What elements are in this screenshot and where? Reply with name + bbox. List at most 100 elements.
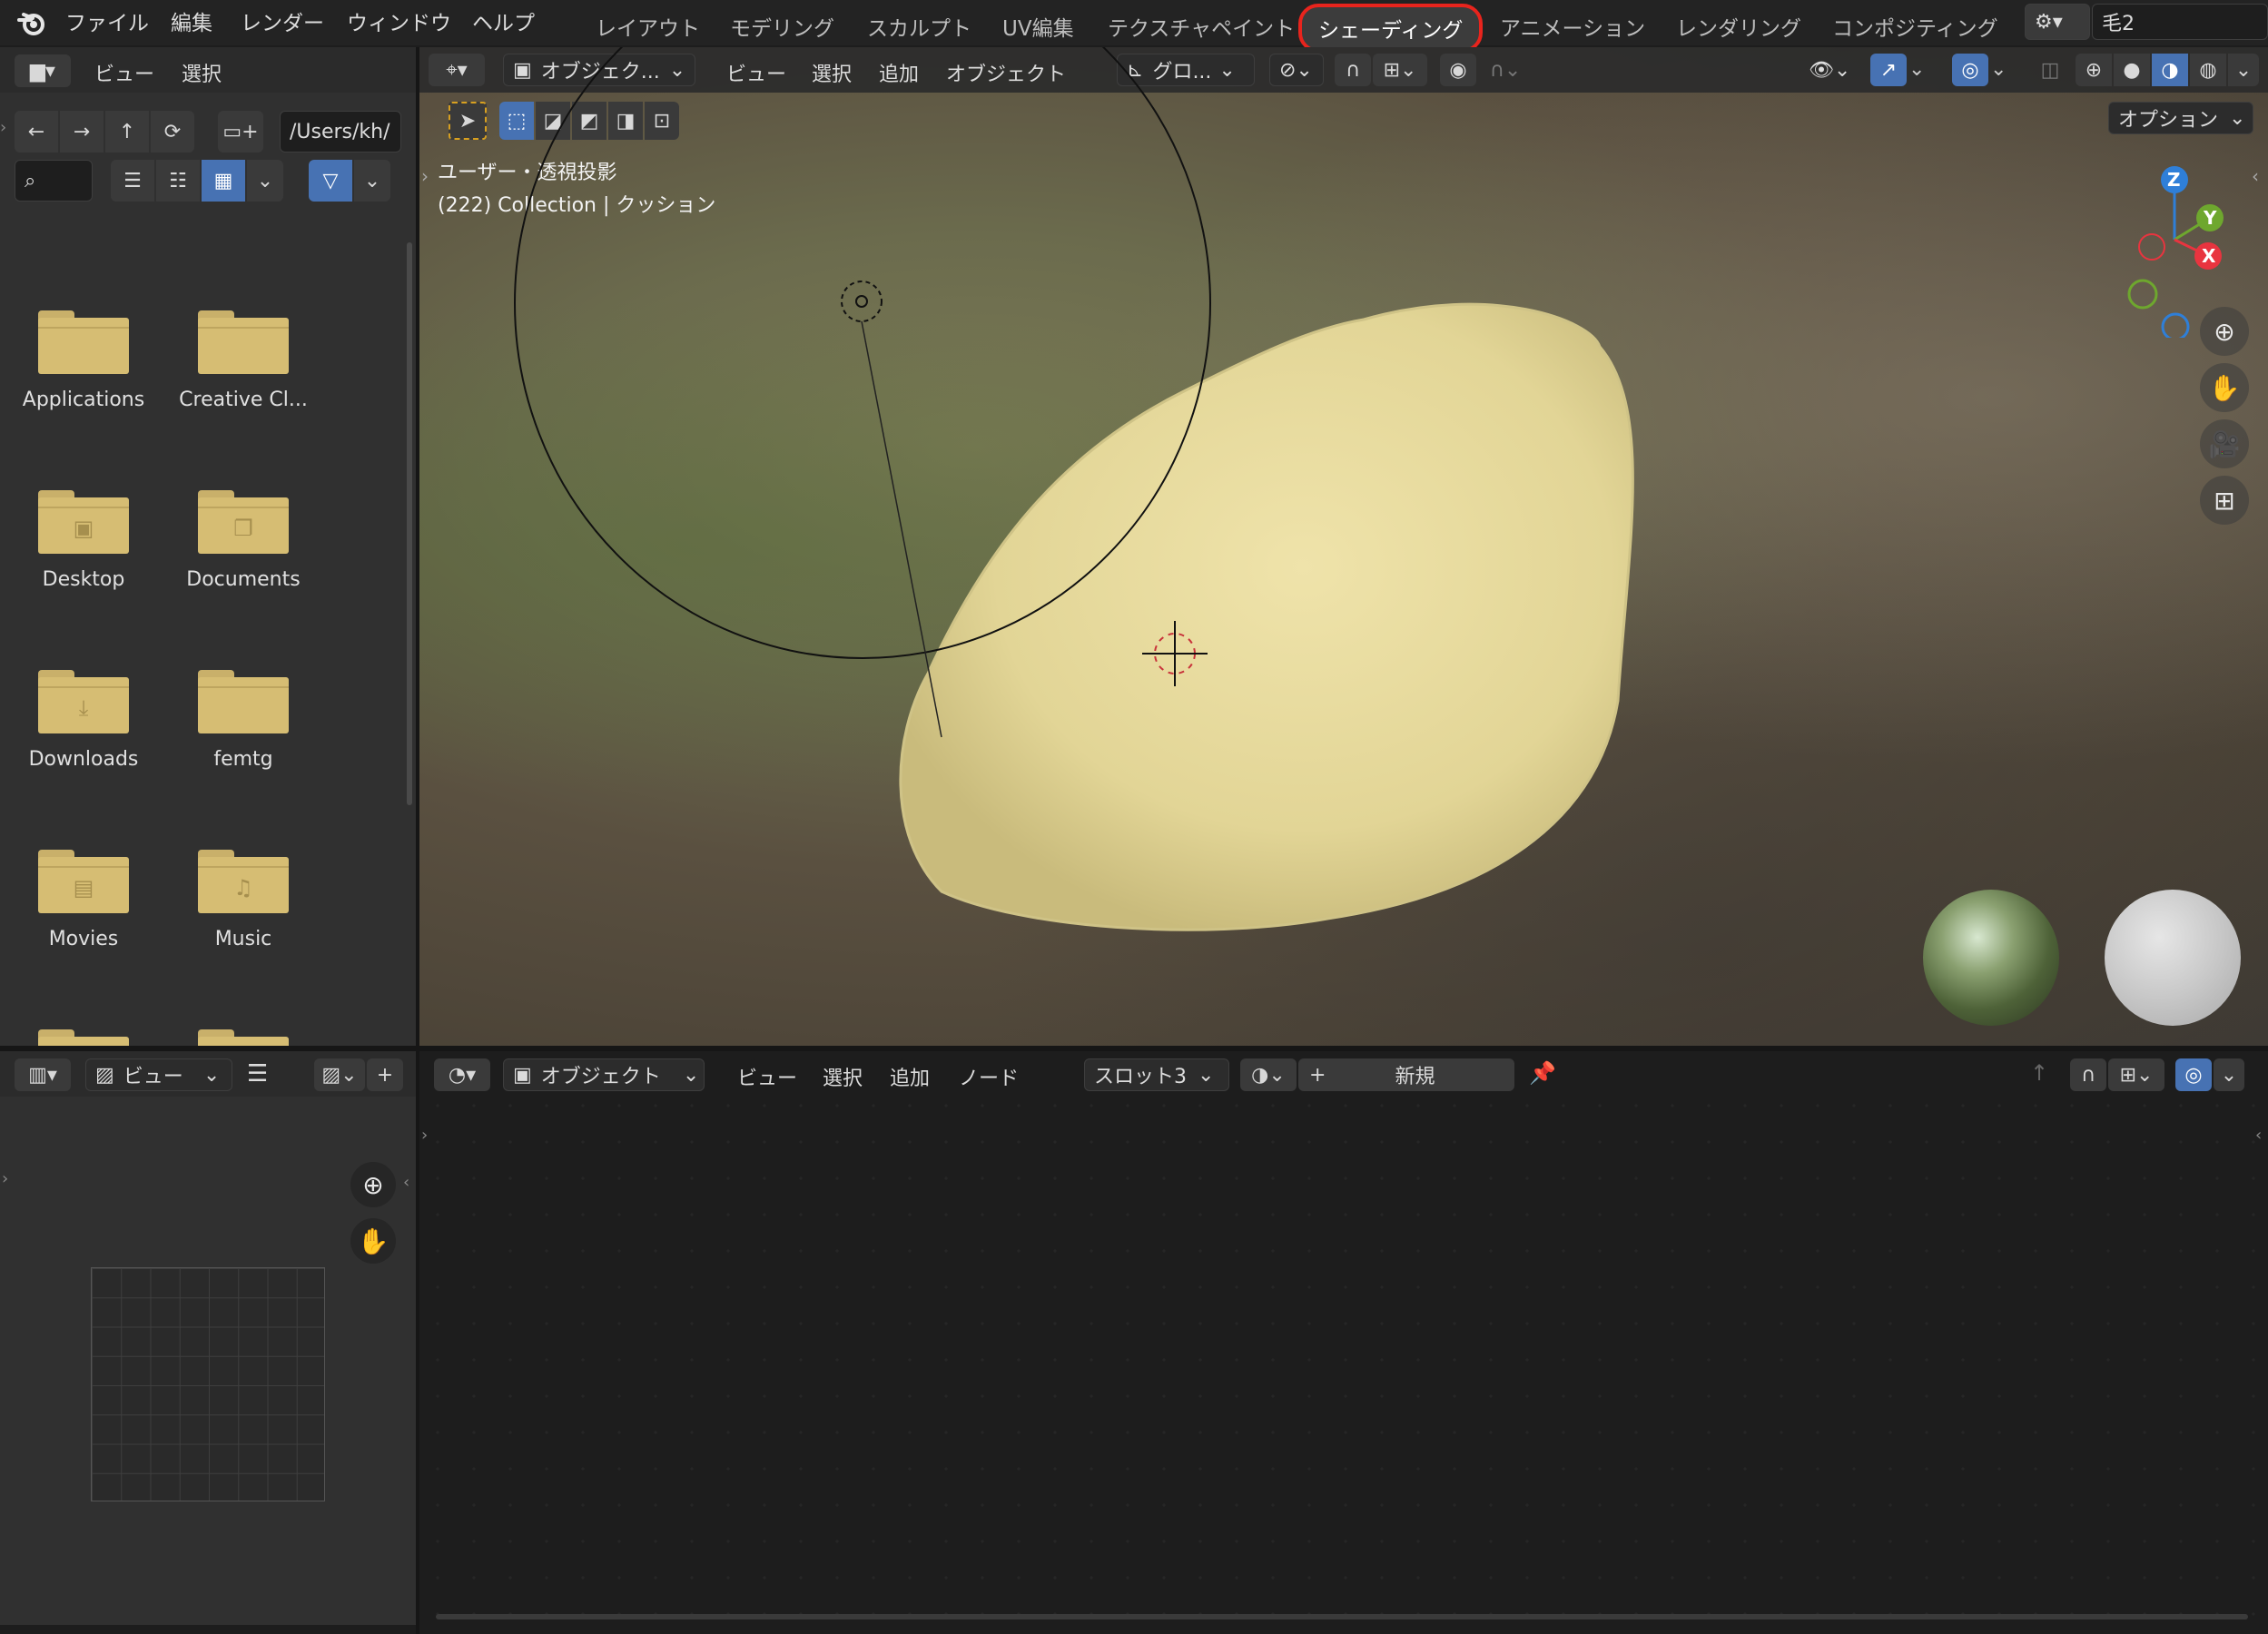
ne-menu-select[interactable]: 選択 bbox=[823, 1062, 863, 1091]
parent-node-tree-button[interactable]: ↑ bbox=[2030, 1060, 2048, 1086]
ie-collapse-arrow-icon[interactable]: › bbox=[2, 1169, 8, 1188]
blender-logo-icon[interactable] bbox=[16, 7, 47, 38]
tab-animation[interactable]: アニメーション bbox=[1500, 11, 1645, 42]
hand-icon: ✋ bbox=[2208, 372, 2241, 403]
tab-rendering[interactable]: レンダリング bbox=[1676, 11, 1801, 42]
ne-horizontal-scrollbar[interactable] bbox=[436, 1614, 2248, 1619]
scene-selector[interactable]: ⚙▾ bbox=[2025, 4, 2090, 40]
tab-sculpt[interactable]: スカルプト bbox=[867, 11, 971, 42]
zoom-button[interactable]: ⊕ bbox=[2200, 307, 2249, 356]
back-button[interactable]: ← bbox=[15, 111, 58, 153]
node-editor-header: ◔▾ ▣ オブジェクト ⌄ ビュー 選択 追加 ノード スロット3 ⌄ ◑⌄ +… bbox=[419, 1051, 2268, 1097]
axis-z-label: Z bbox=[2167, 169, 2181, 191]
ne-snap-dropdown[interactable]: ⊞⌄ bbox=[2108, 1058, 2164, 1091]
chevron-down-icon: ⌄ bbox=[256, 169, 274, 192]
editor-type-button[interactable]: ▆▾ bbox=[15, 54, 71, 87]
folder-item[interactable]: Applications bbox=[0, 310, 163, 438]
folder-item[interactable]: femtg bbox=[162, 670, 325, 797]
folder-item-partial[interactable]: ▨ bbox=[162, 1029, 325, 1046]
forward-button[interactable]: → bbox=[60, 111, 104, 153]
area-divider-horizontal[interactable] bbox=[0, 1046, 2268, 1051]
tab-uv-editing[interactable]: UV編集 bbox=[1002, 11, 1074, 42]
ie-new-image-button[interactable]: + bbox=[367, 1058, 403, 1091]
display-horizontal-button[interactable]: ☷ bbox=[156, 160, 200, 202]
ie-pan-button[interactable]: ✋ bbox=[350, 1218, 396, 1264]
folder-item[interactable]: ❐ Documents bbox=[162, 490, 325, 617]
ne-editor-type-button[interactable]: ◔▾ bbox=[434, 1058, 490, 1091]
fb-scrollbar[interactable] bbox=[407, 242, 412, 805]
ne-menu-add[interactable]: 追加 bbox=[890, 1062, 930, 1091]
ne-sidebar-arrow-icon[interactable]: ‹ bbox=[2255, 1126, 2262, 1145]
image-editor-icon: ▥▾ bbox=[28, 1063, 57, 1087]
ie-image-browse[interactable]: ▨⌄ bbox=[314, 1058, 365, 1091]
material-preview-sphere bbox=[2105, 890, 2241, 1026]
ie-view-dropdown[interactable]: ▨ ビュー ⌄ bbox=[85, 1058, 232, 1091]
folder-label: Desktop bbox=[42, 568, 125, 591]
camera-view-button[interactable]: 🎥 bbox=[2200, 419, 2249, 468]
folder-item[interactable]: Creative Cl... bbox=[162, 310, 325, 438]
snap-grid-icon: ⊞⌄ bbox=[2119, 1063, 2154, 1087]
list-vertical-icon: ☰ bbox=[123, 169, 142, 192]
new-folder-button[interactable]: ▭+ bbox=[218, 111, 263, 153]
documents-folder-icon: ❐ bbox=[198, 490, 289, 554]
tab-shading[interactable]: シェーディング bbox=[1298, 4, 1484, 53]
menu-render[interactable]: レンダー bbox=[241, 5, 324, 36]
top-bar: ファイル 編集 レンダー ウィンドウ ヘルプ レイアウト モデリング スカルプト… bbox=[0, 0, 2268, 53]
desktop-folder-icon: ▣ bbox=[38, 490, 129, 554]
parent-dir-button[interactable]: ↑ bbox=[105, 111, 149, 153]
filter-toggle-button[interactable]: ▽ bbox=[309, 160, 352, 202]
folder-item[interactable]: ⤓ Downloads bbox=[0, 670, 163, 797]
menu-edit[interactable]: 編集 bbox=[171, 5, 212, 36]
folder-item[interactable]: ▤ Movies bbox=[0, 850, 163, 977]
tab-compositing[interactable]: コンポジティング bbox=[1832, 11, 1998, 42]
ne-overlay-toggle[interactable]: ◎ bbox=[2175, 1058, 2212, 1091]
menu-window[interactable]: ウィンドウ bbox=[347, 5, 451, 36]
scene-name-field[interactable]: 毛2 bbox=[2092, 4, 2268, 40]
node-editor-panel[interactable]: ◔▾ ▣ オブジェクト ⌄ ビュー 選択 追加 ノード スロット3 ⌄ ◑⌄ +… bbox=[419, 1051, 2268, 1625]
folder-icon bbox=[198, 310, 289, 374]
new-material-button[interactable]: + 新規 bbox=[1298, 1058, 1514, 1091]
tab-modeling[interactable]: モデリング bbox=[730, 11, 834, 42]
arrow-left-icon: ← bbox=[27, 120, 45, 143]
fb-menu-view[interactable]: ビュー bbox=[94, 58, 154, 87]
ie-sidebar-arrow-icon[interactable]: ‹ bbox=[403, 1173, 409, 1192]
image-browse-icon: ▨⌄ bbox=[321, 1063, 358, 1087]
3d-viewport[interactable]: ⌖▾ ▣ オブジェク... ⌄ ビュー 選択 追加 オブジェクト ⊾ グロ...… bbox=[419, 47, 2268, 1046]
fb-menu-select[interactable]: 選択 bbox=[182, 58, 222, 87]
filter-options-dropdown[interactable]: ⌄ bbox=[354, 160, 390, 202]
search-field[interactable]: ⌕ bbox=[15, 160, 93, 202]
display-options-dropdown[interactable]: ⌄ bbox=[247, 160, 283, 202]
ie-zoom-button[interactable]: ⊕ bbox=[350, 1162, 396, 1207]
arrow-up-icon: ↑ bbox=[2030, 1060, 2049, 1086]
area-divider-vertical[interactable] bbox=[416, 47, 419, 1634]
pin-button[interactable]: 📌 bbox=[1529, 1060, 1556, 1086]
tab-layout[interactable]: レイアウト bbox=[596, 11, 700, 42]
path-field[interactable]: /Users/kh/ bbox=[280, 111, 401, 153]
ne-toolbar-arrow-icon[interactable]: › bbox=[421, 1126, 428, 1145]
folder-item[interactable]: ♫ Music bbox=[162, 850, 325, 977]
material-browse-button[interactable]: ◑⌄ bbox=[1240, 1058, 1297, 1091]
ne-menu-node[interactable]: ノード bbox=[959, 1062, 1019, 1091]
ie-editor-type-button[interactable]: ▥▾ bbox=[15, 1058, 71, 1091]
folder-item[interactable]: ▣ Desktop bbox=[0, 490, 163, 617]
ie-menu-button[interactable]: ☰ bbox=[247, 1060, 268, 1088]
left-collapse-arrow-icon[interactable]: › bbox=[0, 118, 6, 137]
menu-help[interactable]: ヘルプ bbox=[472, 5, 535, 36]
pan-button[interactable]: ✋ bbox=[2200, 363, 2249, 412]
folder-item-partial[interactable] bbox=[0, 1029, 163, 1046]
uv-grid[interactable] bbox=[91, 1267, 325, 1501]
display-thumbnails-button[interactable]: ▦ bbox=[202, 160, 245, 202]
ortho-toggle-button[interactable]: ⊞ bbox=[2200, 476, 2249, 525]
ne-snap-toggle[interactable]: ∩ bbox=[2070, 1058, 2106, 1091]
ne-shader-type-dropdown[interactable]: ▣ オブジェクト ⌄ bbox=[503, 1058, 705, 1091]
refresh-button[interactable]: ⟳ bbox=[151, 111, 194, 153]
ne-overlay-dropdown[interactable]: ⌄ bbox=[2214, 1058, 2244, 1091]
display-list-button[interactable]: ☰ bbox=[111, 160, 154, 202]
chevron-down-icon: ⌄ bbox=[202, 1063, 221, 1087]
tab-texture-paint[interactable]: テクスチャペイント bbox=[1108, 11, 1295, 42]
slot-dropdown[interactable]: スロット3 ⌄ bbox=[1084, 1058, 1229, 1091]
material-sphere-icon: ◑⌄ bbox=[1251, 1063, 1286, 1087]
movies-folder-icon: ▤ bbox=[38, 850, 129, 913]
menu-file[interactable]: ファイル bbox=[65, 5, 149, 36]
ne-menu-view[interactable]: ビュー bbox=[737, 1062, 797, 1091]
